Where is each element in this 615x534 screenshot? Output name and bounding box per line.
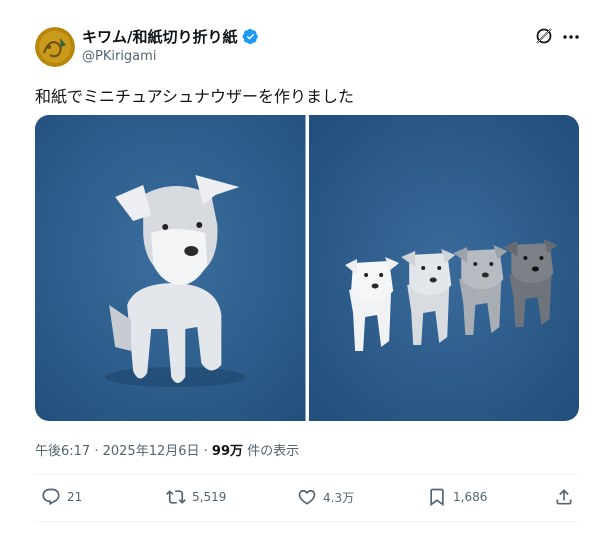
action-bar: 21 5,519 4.3万 1,686 (35, 484, 579, 512)
avatar-image (35, 27, 75, 67)
author-name-row[interactable]: キワム/和紙切り折り紙 (82, 26, 259, 47)
photo-right[interactable] (308, 115, 579, 421)
more-button[interactable] (560, 28, 582, 46)
repost-icon (166, 490, 186, 504)
like-count: 4.3万 (323, 490, 355, 505)
grok-button[interactable] (534, 26, 554, 46)
author-handle[interactable]: @PKirigami (82, 49, 156, 64)
reply-count: 21 (67, 490, 83, 504)
tweet-meta: 午後6:17 · 2025年12月6日 · 99万 件の表示 (35, 440, 299, 459)
reply-icon (42, 488, 60, 506)
like-button[interactable]: 4.3万 (297, 484, 354, 510)
tweet-text: 和紙でミニチュアシュナウザーを作りました (35, 87, 355, 106)
avatar[interactable] (35, 27, 75, 67)
display-name[interactable]: キワム/和紙切り折り紙 (82, 26, 237, 47)
reply-button[interactable]: 21 (41, 484, 82, 510)
heart-icon (298, 489, 316, 505)
divider (35, 474, 579, 475)
more-icon (563, 35, 579, 39)
grok-icon (536, 28, 552, 44)
divider (35, 521, 579, 522)
views-count: 99万 (211, 444, 244, 459)
verified-badge-icon (243, 28, 259, 45)
share-button[interactable] (554, 484, 574, 510)
bookmark-icon (430, 488, 444, 507)
bookmark-count: 1,686 (453, 490, 488, 504)
bookmark-button[interactable]: 1,686 (427, 484, 487, 510)
share-icon (556, 489, 572, 505)
tweet-date[interactable]: 2025年12月6日 (103, 444, 200, 459)
meta-separator: · (90, 444, 103, 459)
meta-separator: · (199, 444, 212, 459)
views-label: 件の表示 (243, 444, 300, 459)
four-origami-schnauzers-image (308, 115, 579, 421)
media-grid (35, 115, 579, 421)
tweet-time[interactable]: 午後6:17 (35, 444, 90, 459)
repost-button[interactable]: 5,519 (166, 484, 226, 510)
origami-schnauzer-closeup-image (35, 115, 306, 421)
repost-count: 5,519 (192, 490, 227, 504)
photo-left[interactable] (35, 115, 306, 421)
